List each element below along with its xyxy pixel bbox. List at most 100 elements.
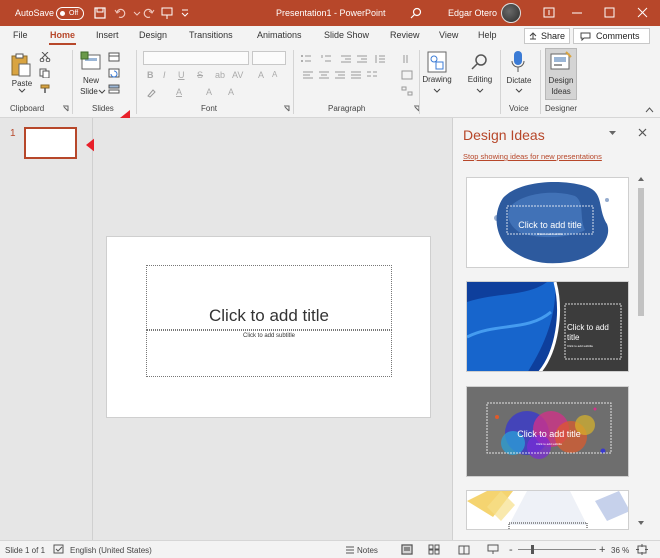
copy-icon[interactable] — [39, 68, 51, 78]
collapse-ribbon-icon[interactable] — [645, 107, 654, 113]
align-right-icon[interactable] — [334, 70, 346, 80]
redo-icon[interactable] — [141, 6, 155, 20]
new-slide-dropdown-icon[interactable] — [98, 89, 106, 95]
font-launcher-icon[interactable] — [283, 105, 290, 112]
font-size-dropdown[interactable] — [252, 51, 286, 65]
zoom-slider-thumb[interactable] — [531, 545, 534, 554]
increase-indent-icon[interactable] — [356, 54, 368, 64]
minimize-icon[interactable] — [560, 0, 594, 26]
text-direction-icon[interactable] — [401, 54, 413, 64]
zoom-level[interactable]: 36 % — [611, 546, 629, 555]
pane-options-icon[interactable] — [608, 130, 617, 136]
tab-view[interactable]: View — [439, 30, 458, 40]
decrease-indent-icon[interactable] — [340, 54, 352, 64]
font-color-icon[interactable]: A — [176, 87, 182, 97]
drawing-dropdown-icon[interactable] — [433, 88, 441, 94]
spell-check-icon[interactable] — [53, 544, 65, 555]
dictate-dropdown-icon[interactable] — [515, 88, 523, 94]
close-icon[interactable] — [626, 0, 660, 26]
underline-icon[interactable]: U — [178, 70, 185, 80]
tab-review[interactable]: Review — [390, 30, 420, 40]
pane-close-icon[interactable] — [637, 127, 648, 138]
format-painter-icon[interactable] — [39, 84, 51, 94]
text-shadow-icon[interactable]: A — [206, 87, 212, 97]
design-idea-thumbnail[interactable]: Click to add title Click to add subtitle — [466, 177, 629, 268]
font-name-dropdown[interactable] — [143, 51, 249, 65]
clear-formatting-icon[interactable]: A — [228, 87, 234, 97]
align-center-icon[interactable] — [318, 70, 330, 80]
tab-animations[interactable]: Animations — [257, 30, 302, 40]
maximize-icon[interactable] — [593, 0, 627, 26]
change-case-icon[interactable]: AV — [232, 70, 243, 80]
editing-label[interactable]: Editing — [462, 75, 498, 84]
highlight-icon[interactable] — [146, 88, 158, 98]
clipboard-launcher-icon[interactable] — [62, 105, 69, 112]
slide-sorter-icon[interactable] — [428, 544, 440, 555]
tab-home[interactable]: Home — [48, 30, 77, 45]
autosave-toggle[interactable]: Off — [56, 7, 84, 20]
paste-icon[interactable] — [9, 52, 33, 78]
design-pane-scroll-thumb[interactable] — [638, 188, 644, 316]
new-slide-label-line1[interactable]: New — [78, 76, 104, 85]
stop-showing-ideas-link[interactable]: Stop showing ideas for new presentations — [463, 152, 602, 161]
line-spacing-icon[interactable] — [374, 54, 386, 64]
scroll-down-icon[interactable] — [637, 520, 645, 526]
undo-icon[interactable] — [114, 6, 128, 20]
user-name[interactable]: Edgar Otero — [448, 0, 497, 26]
new-slide-icon[interactable] — [80, 51, 102, 73]
bold-icon[interactable]: B — [147, 70, 154, 80]
bullets-icon[interactable] — [300, 54, 312, 64]
section-icon[interactable] — [108, 84, 120, 94]
normal-view-icon[interactable] — [401, 544, 413, 555]
tab-slide-show[interactable]: Slide Show — [324, 30, 369, 40]
notes-icon[interactable] — [344, 544, 356, 555]
align-left-icon[interactable] — [302, 70, 314, 80]
reset-slide-icon[interactable] — [108, 68, 120, 78]
character-spacing-icon[interactable]: ab — [215, 70, 225, 80]
editing-icon[interactable] — [470, 52, 490, 72]
drawing-label[interactable]: Drawing — [420, 75, 454, 84]
numbering-icon[interactable] — [320, 54, 332, 64]
zoom-in-button[interactable]: + — [599, 544, 605, 556]
tab-insert[interactable]: Insert — [96, 30, 119, 40]
design-idea-thumbnail[interactable]: Click to add title Click to add subtitle — [466, 281, 629, 372]
smartart-icon[interactable] — [401, 86, 413, 96]
notes-button[interactable]: Notes — [357, 546, 378, 555]
layout-icon[interactable] — [108, 52, 120, 62]
paste-dropdown-icon[interactable] — [18, 88, 26, 94]
tab-transitions[interactable]: Transitions — [189, 30, 233, 40]
strikethrough-icon[interactable]: S — [197, 70, 203, 80]
italic-icon[interactable]: I — [163, 70, 166, 80]
zoom-out-button[interactable]: - — [509, 544, 513, 556]
search-icon[interactable] — [409, 6, 423, 20]
comments-button[interactable]: Comments — [573, 28, 650, 44]
tab-design[interactable]: Design — [139, 30, 167, 40]
zoom-slider[interactable] — [518, 549, 596, 550]
share-button[interactable]: Share — [524, 28, 570, 44]
fit-to-window-icon[interactable] — [636, 544, 648, 555]
tab-file[interactable]: File — [13, 30, 28, 40]
save-icon[interactable] — [93, 6, 107, 20]
drawing-icon[interactable] — [427, 51, 447, 73]
reading-view-icon[interactable] — [458, 544, 470, 555]
columns-icon[interactable] — [366, 70, 378, 80]
dictate-label[interactable]: Dictate — [503, 76, 535, 85]
present-icon[interactable] — [160, 6, 174, 20]
language-indicator[interactable]: English (United States) — [70, 546, 152, 555]
avatar[interactable] — [501, 3, 521, 23]
customize-toolbar-icon[interactable] — [178, 6, 192, 20]
increase-font-icon[interactable]: A — [258, 70, 264, 80]
align-text-icon[interactable] — [401, 70, 413, 80]
design-idea-thumbnail[interactable]: Click to add title Click to add subtitle — [466, 386, 629, 477]
slide-thumbnail[interactable] — [24, 127, 77, 159]
editing-dropdown-icon[interactable] — [476, 88, 484, 94]
tab-help[interactable]: Help — [478, 30, 497, 40]
decrease-font-icon[interactable]: A — [272, 70, 277, 79]
microphone-icon[interactable] — [510, 50, 526, 74]
slide-show-icon[interactable] — [487, 544, 499, 555]
scroll-up-icon[interactable] — [637, 176, 645, 182]
justify-icon[interactable] — [350, 70, 362, 80]
cut-icon[interactable] — [39, 52, 51, 62]
paste-label[interactable]: Paste — [8, 79, 36, 88]
design-idea-thumbnail[interactable] — [466, 490, 629, 530]
